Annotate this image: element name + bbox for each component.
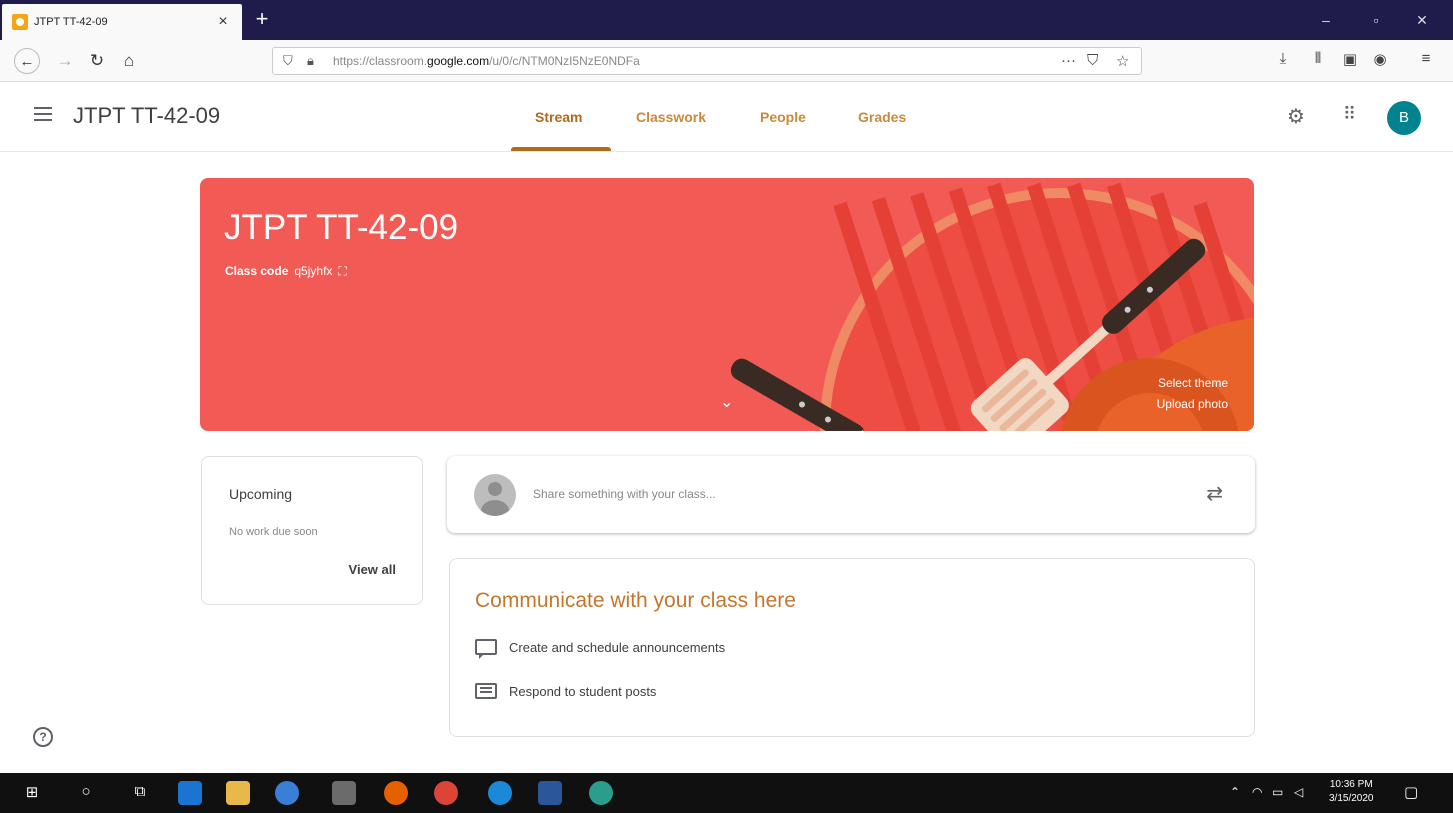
- upload-photo-link[interactable]: Upload photo: [1157, 397, 1228, 411]
- chrome-icon[interactable]: [434, 781, 458, 805]
- volume-icon[interactable]: ◁: [1294, 785, 1303, 799]
- active-tab-indicator: [511, 147, 611, 151]
- tab-grades[interactable]: Grades: [858, 109, 906, 125]
- announcement-icon: [475, 639, 497, 659]
- upcoming-title: Upcoming: [229, 486, 293, 502]
- browser-navbar: ← → ↻ ⌂ ⛉ 🔒︎ https://classroom.google.co…: [0, 40, 1453, 82]
- tab-classwork[interactable]: Classwork: [636, 109, 706, 125]
- app-icon[interactable]: [275, 781, 299, 805]
- downloads-icon[interactable]: ⤓: [1272, 50, 1294, 67]
- lock-icon[interactable]: 🔒︎: [307, 53, 314, 69]
- tab-people[interactable]: People: [760, 109, 806, 125]
- classroom-favicon-icon: [12, 14, 28, 30]
- list-item: Create and schedule announcements: [475, 639, 726, 659]
- sidebar-icon[interactable]: ▣: [1339, 50, 1361, 68]
- task-view-icon[interactable]: ⧉: [128, 783, 152, 800]
- word-icon[interactable]: [538, 781, 562, 805]
- fullscreen-expand-icon[interactable]: ⛶: [338, 264, 346, 278]
- class-code: Class code q5jyhfx ⛶: [225, 264, 347, 279]
- communicate-title: Communicate with your class here: [475, 589, 796, 612]
- communicate-card: Communicate with your class here Create …: [449, 558, 1255, 737]
- class-code-label: Class code: [225, 264, 289, 278]
- page-actions-icon[interactable]: ···: [1061, 52, 1076, 69]
- windows-taskbar: ⊞ ○ ⧉ ⌃ ◠ ▭ ◁ 10:36 PM 3/15/2020 ▢: [0, 773, 1453, 813]
- view-all-link[interactable]: View all: [349, 562, 396, 577]
- battery-icon[interactable]: ▭: [1272, 785, 1283, 799]
- main-menu-icon[interactable]: [34, 107, 52, 121]
- menu-icon[interactable]: ≡: [1415, 50, 1437, 67]
- tab-close-icon[interactable]: ×: [214, 13, 232, 31]
- repost-icon[interactable]: ⇄: [1206, 481, 1223, 506]
- app-icon[interactable]: [589, 781, 613, 805]
- network-app-icon[interactable]: [332, 781, 356, 805]
- url-prefix: https://classroom.: [333, 54, 428, 68]
- new-tab-button[interactable]: +: [250, 8, 274, 32]
- clock-time: 10:36 PM: [1329, 779, 1373, 790]
- account-icon[interactable]: ◉: [1369, 50, 1391, 68]
- apps-grid-icon[interactable]: ⠿: [1343, 104, 1356, 125]
- edge-icon[interactable]: [178, 781, 202, 805]
- maximize-button[interactable]: ▫: [1356, 6, 1396, 34]
- account-avatar[interactable]: B: [1387, 101, 1421, 135]
- search-icon[interactable]: ○: [74, 783, 98, 800]
- copyright-app-icon[interactable]: [488, 781, 512, 805]
- chevron-down-icon[interactable]: ⌄: [720, 392, 733, 412]
- notifications-icon[interactable]: ▢: [1404, 783, 1418, 801]
- windows-start-icon[interactable]: ⊞: [20, 783, 44, 801]
- banner-class-title: JTPT TT-42-09: [224, 208, 459, 247]
- taskbar-clock[interactable]: 10:36 PM 3/15/2020: [1329, 778, 1374, 806]
- classroom-header: JTPT TT-42-09 Stream Classwork People Gr…: [0, 82, 1453, 152]
- share-placeholder[interactable]: Share something with your class...: [533, 487, 716, 501]
- browser-tab[interactable]: JTPT TT-42-09 ×: [2, 4, 242, 40]
- back-arrow-icon[interactable]: ←: [14, 48, 40, 74]
- forward-arrow-icon[interactable]: →: [52, 48, 78, 74]
- firefox-icon[interactable]: [384, 781, 408, 805]
- bookmark-star-icon[interactable]: ☆: [1116, 52, 1129, 70]
- class-code-value: q5jyhfx: [294, 264, 333, 278]
- clock-date: 3/15/2020: [1329, 793, 1374, 804]
- minimize-button[interactable]: –: [1306, 6, 1346, 34]
- url-domain: google.com: [427, 54, 490, 68]
- upcoming-card: Upcoming No work due soon View all: [201, 456, 423, 605]
- upcoming-empty-text: No work due soon: [229, 526, 318, 538]
- student-posts-icon: [475, 683, 497, 699]
- reload-icon[interactable]: ↻: [84, 48, 110, 74]
- url-text: https://classroom.google.com/u/0/c/NTM0N…: [333, 54, 640, 68]
- pocket-icon[interactable]: ⛉: [1087, 52, 1098, 69]
- list-item: Respond to student posts: [475, 683, 656, 699]
- help-icon[interactable]: ?: [33, 727, 53, 747]
- select-theme-link[interactable]: Select theme: [1158, 376, 1228, 390]
- address-bar[interactable]: ⛉ 🔒︎ https://classroom.google.com/u/0/c/…: [272, 47, 1142, 75]
- shield-icon[interactable]: ⛉: [283, 53, 293, 69]
- tab-title: JTPT TT-42-09: [34, 16, 108, 28]
- close-window-button[interactable]: ✕: [1402, 6, 1442, 34]
- list-item-label: Create and schedule announcements: [509, 639, 726, 655]
- home-icon[interactable]: ⌂: [116, 48, 142, 74]
- user-avatar: [474, 474, 516, 516]
- browser-tabbar: JTPT TT-42-09 × + – ▫ ✕: [0, 0, 1453, 40]
- file-explorer-icon[interactable]: [226, 781, 250, 805]
- course-title[interactable]: JTPT TT-42-09: [73, 103, 220, 129]
- tab-stream[interactable]: Stream: [535, 109, 582, 125]
- settings-gear-icon[interactable]: ⚙: [1287, 104, 1305, 129]
- class-banner: JTPT TT-42-09 Class code q5jyhfx ⛶ ⌄ Selec…: [200, 178, 1254, 431]
- tray-chevron-icon[interactable]: ⌃: [1230, 785, 1240, 799]
- library-icon[interactable]: ⫴: [1307, 50, 1329, 67]
- network-icon[interactable]: ◠: [1252, 785, 1262, 799]
- share-box[interactable]: Share something with your class... ⇄: [447, 456, 1255, 533]
- url-suffix: /u/0/c/NTM0NzI5NzE0NDFa: [489, 54, 640, 68]
- list-item-label: Respond to student posts: [509, 683, 657, 699]
